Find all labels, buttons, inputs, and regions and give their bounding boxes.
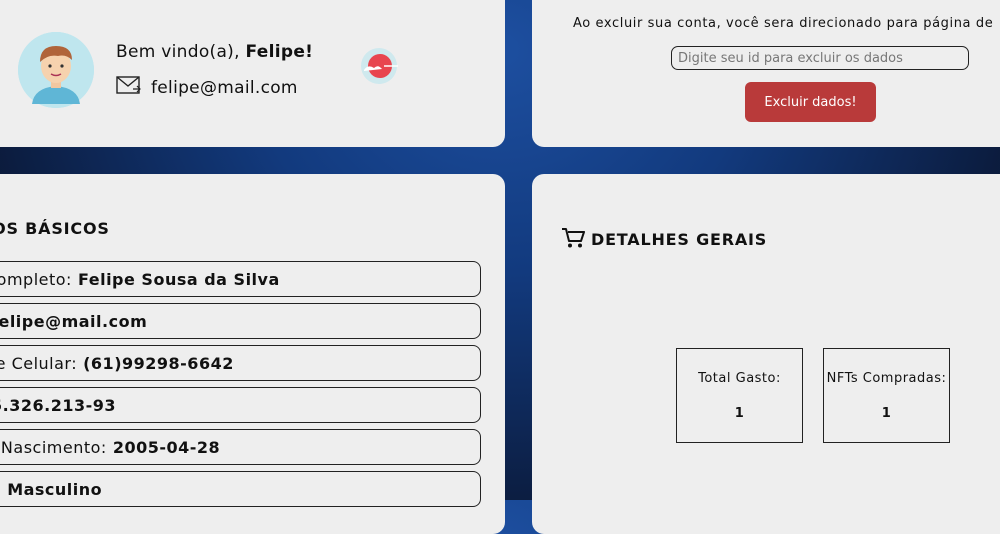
field-value: Masculino <box>7 479 103 499</box>
stat-label: NFTs Compradas: <box>826 371 947 386</box>
greeting: Bem vindo(a), Felipe! <box>116 42 313 62</box>
delete-id-input[interactable] <box>671 46 969 70</box>
stat-total-spent: Total Gasto: 1 <box>676 348 803 443</box>
field-value: 5.326.213-93 <box>0 395 116 415</box>
greeting-prefix: Bem vindo(a), <box>116 42 240 62</box>
stat-value: 1 <box>734 406 745 421</box>
field-label: Completo: <box>0 269 72 289</box>
field-birthdate: e Nascimento: 2005-04-28 <box>0 429 481 465</box>
field-value: Felipe Sousa da Silva <box>77 269 280 289</box>
field-value: felipe@mail.com <box>0 311 148 331</box>
field-gender: o: Masculino <box>0 471 481 507</box>
field-label: ne Celular: <box>0 353 78 373</box>
delete-note: Ao excluir sua conta, você sera direcion… <box>573 16 994 31</box>
avatar <box>18 32 94 108</box>
general-details-title: DETALHES GERAIS <box>591 230 768 249</box>
user-name: Felipe! <box>245 42 314 62</box>
field-value: 2005-04-28 <box>112 437 221 457</box>
delete-data-button[interactable]: Excluir dados! <box>745 82 876 122</box>
stat-nfts-bought: NFTs Compradas: 1 <box>823 348 950 443</box>
field-label: e Nascimento: <box>0 437 107 457</box>
mail-icon <box>116 75 141 100</box>
field-phone: ne Celular: (61)99298-6642 <box>0 345 481 381</box>
stat-value: 1 <box>881 406 892 421</box>
cart-icon <box>561 227 585 249</box>
field-value: (61)99298-6642 <box>83 353 234 373</box>
field-email: felipe@mail.com <box>0 303 481 339</box>
stat-label: Total Gasto: <box>698 371 781 386</box>
profile-email-row: felipe@mail.com <box>116 75 298 100</box>
basic-data-title: DOS BÁSICOS <box>0 219 110 238</box>
field-document: 5.326.213-93 <box>0 387 481 423</box>
field-label: o: <box>0 480 1 499</box>
profile-email: felipe@mail.com <box>151 77 298 98</box>
sunset-icon <box>358 46 400 86</box>
field-full-name: Completo: Felipe Sousa da Silva <box>0 261 481 297</box>
